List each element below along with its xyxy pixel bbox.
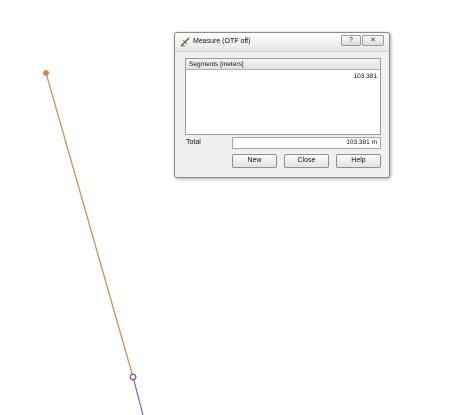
measure-start-vertex[interactable] xyxy=(43,70,49,76)
segments-column-header[interactable]: Segments [meters] xyxy=(186,59,380,70)
total-label: Total xyxy=(186,139,201,146)
title-help-button[interactable]: ? xyxy=(341,35,361,46)
dialog-title: Measure (OTF off) xyxy=(193,38,251,45)
segment-row[interactable]: 103.381 xyxy=(354,73,378,81)
measure-ruler-icon xyxy=(180,37,190,47)
measure-end-vertex[interactable] xyxy=(129,373,137,381)
help-button[interactable]: Help xyxy=(336,154,381,168)
close-icon: ✕ xyxy=(370,37,376,44)
close-button[interactable]: Close xyxy=(284,154,329,168)
total-value-field[interactable]: 103.381 m xyxy=(232,137,381,149)
measure-dialog: Measure (OTF off) ? ✕ Segments [meters] … xyxy=(174,32,390,178)
segments-table[interactable]: Segments [meters] 103.381 xyxy=(185,58,381,135)
measure-line xyxy=(45,72,134,378)
title-close-button[interactable]: ✕ xyxy=(362,35,384,46)
new-button[interactable]: New xyxy=(232,154,277,168)
help-icon: ? xyxy=(349,37,353,44)
dialog-titlebar[interactable]: Measure (OTF off) ? ✕ xyxy=(175,33,389,52)
feature-line xyxy=(132,376,144,415)
